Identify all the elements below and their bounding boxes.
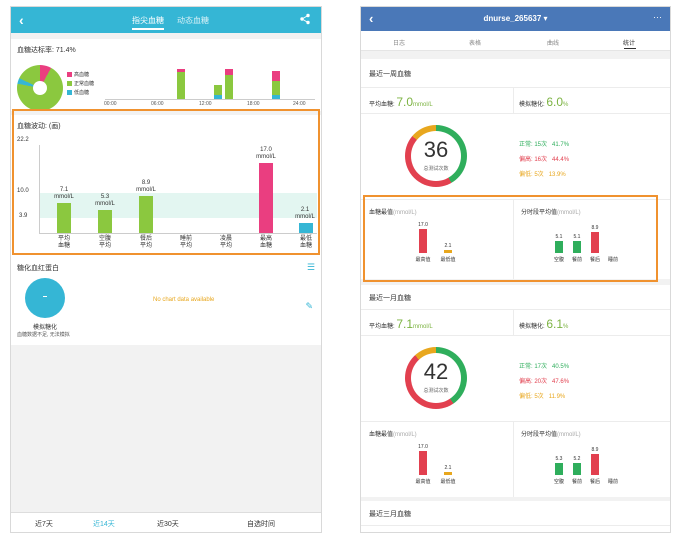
top-bar: ‹ 指尖血糖 动态血糖 <box>11 7 321 33</box>
month-count-label: 总测试次数 <box>423 388 449 394</box>
month-test-count: 42 <box>423 359 449 384</box>
fasting-bar <box>555 463 563 475</box>
tab-dynamic-glucose[interactable]: 动态血糖 <box>177 15 209 26</box>
time-tick: 24:00 <box>293 101 306 107</box>
account-selector[interactable]: dnurse_265637 ▾ <box>361 14 670 23</box>
month-max-label: 最高值 <box>415 479 431 485</box>
tab-table[interactable]: 表格 <box>469 38 481 47</box>
fingertip-glucose-screen: ‹ 指尖血糖 动态血糖 血糖达标率: 71.4% 高血糖 正常血糖 低血糖 00… <box>10 6 322 533</box>
no-data-message: No chart data available <box>153 297 215 303</box>
period-label: 睡前 <box>607 479 618 485</box>
view-tabs: 日志 表格 曲线 统计 <box>361 31 670 51</box>
month-min-value: 2.1 <box>444 465 452 471</box>
time-bar-high <box>225 69 233 75</box>
compliance-rate: 血糖达标率: 71.4% <box>17 47 76 54</box>
tab-7-days[interactable]: 近7天 <box>35 519 53 529</box>
period-value: 5.3 <box>555 456 563 462</box>
legend-high: 高血糖 <box>67 71 89 78</box>
month-avg-glucose: 平均血糖: 7.1mmol/L <box>369 317 433 331</box>
month-title: 最近一月血糖 <box>369 295 411 302</box>
week-low-stat: 偏低: 5次 13.9% <box>519 172 566 178</box>
compliance-pie <box>17 65 63 111</box>
tab-log[interactable]: 日志 <box>393 38 405 47</box>
tab-custom-time[interactable]: 自选时间 <box>247 519 275 529</box>
insufficient-data-note: 血糖数据不足, 无法模拟 <box>17 332 70 338</box>
week-title: 最近一周血糖 <box>369 71 411 78</box>
tab-statistics[interactable]: 统计 <box>623 38 635 47</box>
period-label: 餐后 <box>589 479 600 485</box>
month-normal-stat: 正常: 17次 40.5% <box>519 364 570 370</box>
share-icon[interactable] <box>299 13 311 25</box>
time-bar <box>177 69 185 99</box>
period-label: 餐前 <box>571 479 582 485</box>
list-icon[interactable]: ☰ <box>307 262 315 273</box>
time-tick: 18:00 <box>247 101 260 107</box>
month-high-stat: 偏高: 20次 47.6% <box>519 379 570 385</box>
week-test-count: 36 <box>423 137 449 162</box>
estimated-a1c-ring <box>25 278 65 318</box>
time-bar-low <box>214 95 222 99</box>
time-axis-line <box>105 99 315 100</box>
legend-normal: 正常血糖 <box>67 80 94 87</box>
time-tick: 06:00 <box>151 101 164 107</box>
month-max-value: 17.0 <box>418 444 428 450</box>
week-high-stat: 偏高: 16次 44.4% <box>519 157 570 163</box>
premeal-bar <box>573 463 581 475</box>
top-bar: ‹ dnurse_265637 ▾ ··· <box>361 7 670 31</box>
tab-14-days[interactable]: 近14天 <box>93 519 115 529</box>
estimated-a1c-label: 模拟糖化 <box>33 325 58 331</box>
time-tick: 12:00 <box>199 101 212 107</box>
month-est-a1c: 模拟糖化: 6.1% <box>519 317 569 331</box>
month-period-title: 分时段平均值(mmol/L) <box>521 432 581 438</box>
time-tick: 00:00 <box>104 101 117 107</box>
range-tab-bar: 近7天 近14天 近30天 自选时间 <box>11 512 321 532</box>
time-bar-low <box>272 95 280 99</box>
statistics-screen: ‹ dnurse_265637 ▾ ··· 日志 表格 曲线 统计 最近一周血糖… <box>360 6 671 533</box>
period-label: 空腹 <box>553 479 564 485</box>
tab-curve[interactable]: 曲线 <box>547 38 559 47</box>
week-avg-glucose: 平均血糖: 7.0mmol/L <box>369 95 433 109</box>
active-tab-underline <box>624 48 636 49</box>
edit-icon[interactable]: ✎ <box>305 301 313 312</box>
time-bar-high <box>272 71 280 81</box>
time-bar-high <box>177 69 185 72</box>
hba1c-title: 糖化血红蛋白 <box>17 265 59 272</box>
month-min-label: 最低值 <box>440 479 456 485</box>
week-count-label: 总测试次数 <box>423 166 449 172</box>
legend-low: 低血糖 <box>67 89 89 96</box>
more-icon[interactable]: ··· <box>653 12 662 22</box>
highlight-frame <box>12 109 320 255</box>
month-card: 最近一月血糖 平均血糖: 7.1mmol/L 模拟糖化: 6.1% 42 总测试… <box>361 285 670 497</box>
three-month-card: 最近三月血糖 <box>361 501 670 532</box>
three-month-title: 最近三月血糖 <box>369 511 411 518</box>
month-low-stat: 偏低: 5次 11.9% <box>519 394 566 400</box>
week-normal-stat: 正常: 15次 41.7% <box>519 142 570 148</box>
tab-30-days[interactable]: 近30天 <box>157 519 179 529</box>
postmeal-bar <box>591 454 599 475</box>
month-min-bar <box>444 472 452 475</box>
month-extreme-title: 血糖最值(mmol/L) <box>369 432 417 438</box>
tab-fingertip-glucose[interactable]: 指尖血糖 <box>132 15 164 30</box>
week-est-a1c: 模拟糖化: 6.0% <box>519 95 569 109</box>
period-value: 8.9 <box>591 447 599 453</box>
period-value: 5.2 <box>573 456 581 462</box>
month-max-bar <box>419 451 427 475</box>
highlight-frame <box>363 195 658 282</box>
back-icon[interactable]: ‹ <box>19 12 24 28</box>
